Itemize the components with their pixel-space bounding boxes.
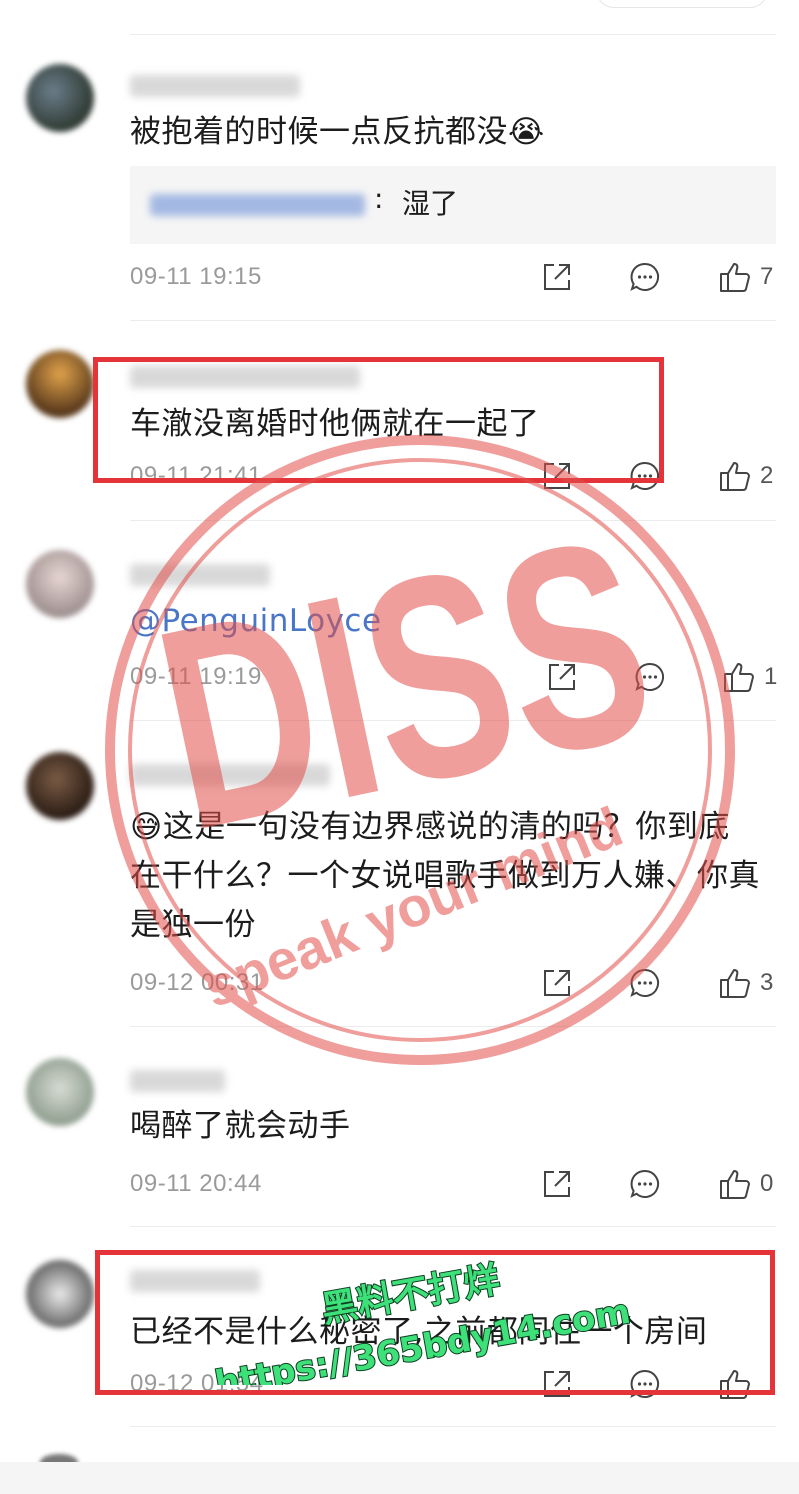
avatar[interactable] <box>26 64 94 132</box>
comment-text: 喝醉了就会动手 <box>130 1108 351 1144</box>
username-blurred[interactable] <box>130 564 270 586</box>
comment-icon[interactable] <box>628 1167 662 1201</box>
username-blurred[interactable] <box>130 764 330 786</box>
reply-colon: : <box>374 182 384 215</box>
thumbs-up-icon[interactable] <box>718 260 752 294</box>
thumbs-up-icon[interactable] <box>718 966 752 1000</box>
avatar[interactable] <box>26 752 94 820</box>
divider <box>130 720 776 721</box>
reply-text: 湿了 <box>402 187 459 220</box>
like-count: 3 <box>760 969 774 996</box>
like-count: 0 <box>760 1170 774 1197</box>
sort-pill[interactable] <box>596 0 768 8</box>
highlight-box <box>93 357 664 483</box>
divider <box>130 520 776 521</box>
avatar[interactable] <box>26 350 94 418</box>
username-blurred[interactable] <box>130 75 300 97</box>
comment-text: 😅这是一句没有边界感说的清的吗？你到底在干什么？一个女说唱歌手做到万人嫌、你真是… <box>130 809 760 943</box>
like-count: 1 <box>764 663 778 690</box>
comment-timestamp: 09-12 00:31 <box>130 969 264 996</box>
divider <box>130 1426 776 1427</box>
avatar[interactable] <box>26 1058 94 1126</box>
username-blurred[interactable] <box>130 1070 225 1092</box>
share-icon[interactable] <box>540 260 574 294</box>
thumbs-up-icon[interactable] <box>718 459 752 493</box>
comment-timestamp: 09-11 20:44 <box>130 1170 262 1197</box>
reply-username-blurred[interactable] <box>150 194 365 216</box>
share-icon[interactable] <box>540 1167 574 1201</box>
comment-icon[interactable] <box>628 966 662 1000</box>
like-count: 2 <box>760 462 774 489</box>
divider <box>130 1226 776 1227</box>
comment-timestamp: 09-11 19:15 <box>130 263 262 290</box>
thumbs-up-icon[interactable] <box>718 1167 752 1201</box>
mention-link[interactable]: @PenguinLoyce <box>130 597 760 646</box>
share-icon[interactable] <box>545 660 579 694</box>
divider <box>130 34 776 35</box>
comment-icon[interactable] <box>628 260 662 294</box>
like-count: 7 <box>760 263 774 290</box>
comment-timestamp: 09-11 19:19 <box>130 663 262 690</box>
avatar[interactable] <box>26 550 94 618</box>
divider <box>130 1026 776 1027</box>
comment-text: 被抱着的时候一点反抗都没😭 <box>130 114 545 150</box>
comment-icon[interactable] <box>633 660 667 694</box>
bottom-bar <box>0 1462 799 1494</box>
share-icon[interactable] <box>540 966 574 1000</box>
reply-preview[interactable]: : 湿了 <box>130 166 776 244</box>
thumbs-up-icon[interactable] <box>722 660 756 694</box>
highlight-box <box>95 1250 775 1395</box>
divider <box>130 320 776 321</box>
avatar[interactable] <box>26 1260 94 1328</box>
